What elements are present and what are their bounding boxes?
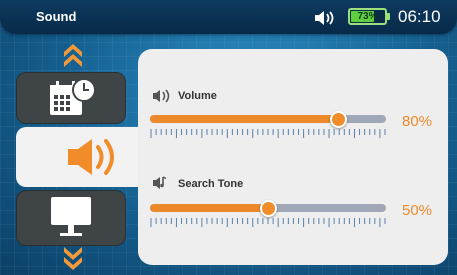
volume-label: Volume xyxy=(178,90,217,102)
volume-slider-knob[interactable] xyxy=(330,111,348,128)
page-title: Sound xyxy=(36,9,77,24)
battery-indicator: 73% xyxy=(348,8,387,25)
search-tone-icon xyxy=(153,176,167,189)
scroll-up-icon[interactable] xyxy=(60,40,86,68)
volume-value: 80% xyxy=(402,113,433,130)
speaker-status-icon xyxy=(315,11,334,25)
menu-item-display[interactable] xyxy=(16,190,126,246)
search-tone-value: 50% xyxy=(402,202,433,219)
speaker-icon xyxy=(68,139,114,175)
menu-item-calendar[interactable] xyxy=(16,72,126,124)
menu-item-sound[interactable] xyxy=(16,127,156,187)
search-tone-slider-knob[interactable] xyxy=(259,200,277,217)
status-bar: Sound 73% 06:10 xyxy=(0,0,457,34)
monitor-icon xyxy=(51,197,91,236)
search-tone-slider-fill xyxy=(150,204,268,212)
battery-percent: 73% xyxy=(357,11,378,22)
scroll-down-icon[interactable] xyxy=(60,245,86,273)
volume-ticks xyxy=(150,129,386,138)
battery-tip xyxy=(387,13,390,20)
calendar-clock-icon xyxy=(50,78,96,115)
search-tone-label: Search Tone xyxy=(178,178,244,190)
volume-icon xyxy=(153,89,170,103)
volume-slider-fill xyxy=(150,115,339,123)
volume-slider[interactable] xyxy=(150,115,386,123)
search-tone-ticks xyxy=(150,218,386,227)
clock: 06:10 xyxy=(398,7,441,26)
settings-panel: Volume 80% Search Tone 50% xyxy=(138,49,448,265)
